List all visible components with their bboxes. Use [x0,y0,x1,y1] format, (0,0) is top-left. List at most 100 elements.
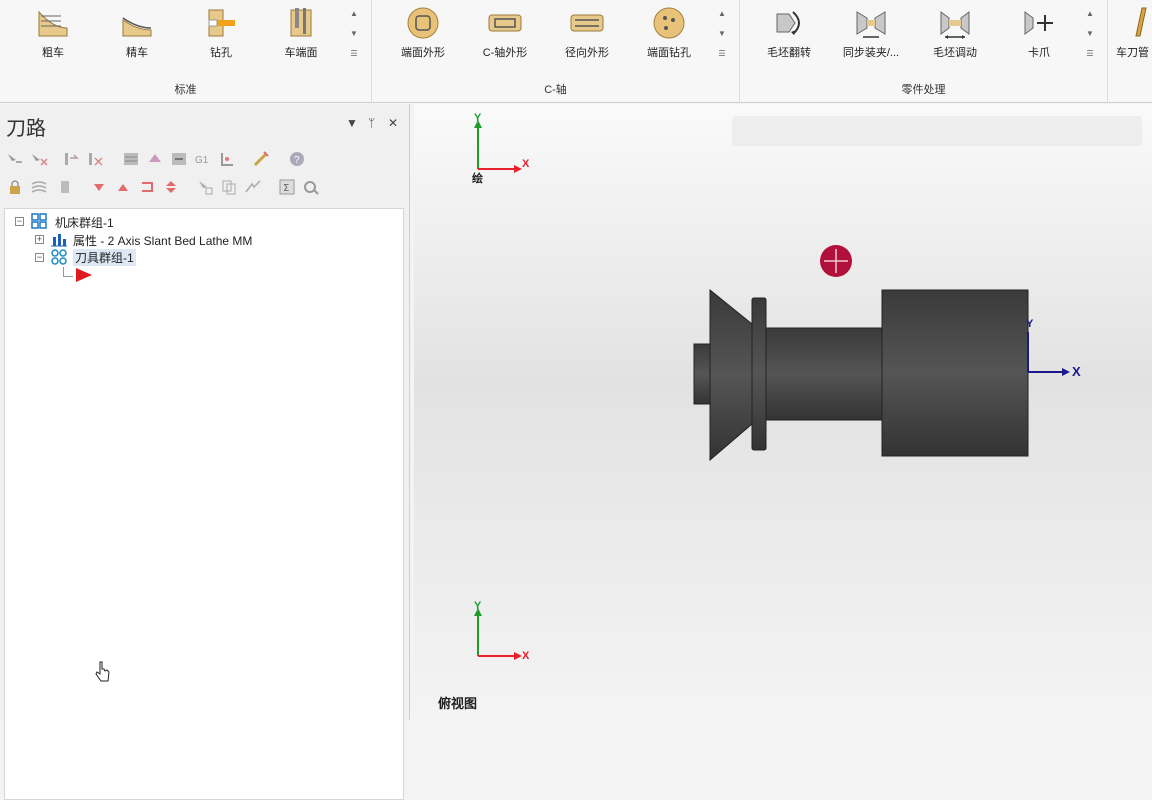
tool-manager-button[interactable]: 车刀管 [1114,4,1152,68]
top-gizmo-x-label: X [522,158,530,170]
panel-title: 刀路 [6,118,46,140]
tree-node-properties[interactable]: + 属性 - 2 Axis Slant Bed Lathe MM [35,231,375,249]
expand-properties-icon[interactable]: + [35,235,44,244]
machine-group-icon [31,213,47,229]
group-label-part-handling: 零件处理 [901,84,946,96]
scroll-up-icon[interactable]: ▲ [1084,4,1096,24]
finish-turn-label: 精车 [126,47,148,59]
panel-pin-icon[interactable]: ᛘ [368,116,375,130]
mouse-cursor-icon [94,660,112,687]
expand-gallery-icon[interactable]: ☰ [348,44,360,64]
c-axis-contour-icon [487,6,523,40]
g1-icon[interactable]: G1 [194,150,212,168]
chuck-jaw-button[interactable]: 卡爪 [1004,4,1074,68]
finish-turn-icon [119,6,155,40]
simulate-icon[interactable] [170,150,188,168]
select-all-icon[interactable] [6,150,24,168]
drill-icon [203,6,239,40]
scroll-up-icon[interactable]: ▲ [348,4,360,24]
toggle-post-icon[interactable] [56,178,74,196]
expand-gallery-icon[interactable]: ☰ [1084,44,1096,64]
stock-flip-button[interactable]: 毛坯翻转 [754,4,824,68]
tool-info-icon[interactable] [244,178,262,196]
face-contour-button[interactable]: 端面外形 [388,4,458,68]
c-axis-contour-label: C-轴外形 [482,47,528,59]
panel-toolbar-row-2: Σ [6,176,406,198]
properties-icon [51,231,67,247]
copy-icon[interactable] [220,178,238,196]
svg-text:?: ? [294,155,300,166]
rough-turn-button[interactable]: 粗车 [18,4,88,68]
ribbon-scroller-c-axis[interactable]: ▲ ▼ ☰ [716,4,728,66]
face-turn-label: 车端面 [284,47,318,59]
part-gizmo-x-label: X [1072,364,1081,379]
settings-gear-icon[interactable] [302,178,320,196]
tree-node-toolpath-group[interactable]: − 刀具群组-1 [35,249,335,267]
scroll-down-icon[interactable]: ▼ [348,24,360,44]
lock-icon[interactable] [6,178,24,196]
graphics-viewport[interactable]: Y X 绘 Y X Y X 俯视图 [414,104,1152,720]
face-drill-label: 端面钻孔 [647,47,691,59]
move-up-icon[interactable] [114,178,132,196]
view-name-label: 俯视图 [438,696,478,711]
post-icon[interactable] [218,150,236,168]
finish-turn-button[interactable]: 精车 [102,4,172,68]
toggle-display-icon[interactable] [30,178,48,196]
c-axis-contour-button[interactable]: C-轴外形 [470,4,540,68]
properties-label: 属性 - 2 Axis Slant Bed Lathe MM [73,234,253,248]
group-label-c-axis: C-轴 [544,84,567,96]
face-contour-label: 端面外形 [401,47,445,59]
expand-gallery-icon[interactable]: ☰ [716,44,728,64]
move-down-icon[interactable] [90,178,108,196]
wand-icon[interactable] [252,150,270,168]
verify-icon[interactable] [146,150,164,168]
chuck-jaw-icon [1021,6,1057,40]
rough-turn-icon [35,6,71,40]
insert-position-arrow-icon[interactable] [75,267,93,286]
viewport-quick-toolbar[interactable] [732,116,1142,146]
drill-button[interactable]: 钻孔 [186,4,256,68]
sync-chuck-icon [853,6,889,40]
tree-node-machine-group[interactable]: − 机床群组-1 [15,213,315,231]
scroll-down-icon[interactable]: ▼ [1084,24,1096,44]
collapse-machine-group-icon[interactable]: − [15,217,24,226]
svg-text:G1: G1 [195,155,209,166]
tool-manager-icon [1132,6,1152,40]
panel-close-icon[interactable]: ✕ [388,116,398,130]
ribbon-scroller-part-handling[interactable]: ▲ ▼ ☰ [1084,4,1096,66]
sigma-icon[interactable]: Σ [278,178,296,196]
bottom-gizmo-y-label: Y [474,600,482,612]
insert-arrow-icon[interactable] [138,178,156,196]
face-drill-button[interactable]: 端面钻孔 [634,4,704,68]
lathe-part-model[interactable] [690,284,1090,464]
toolpaths-panel: 刀路 ▼ ᛘ ✕ G1 ? Σ − 机床群组-1 + 属性 - 2 Axis S… [0,104,410,800]
ribbon: 粗车 精车 钻孔 车端面 ▲ ▼ ☰ 标准 端面外形 C-轴外形 径向外形 端面… [0,0,1152,103]
stock-flip-label: 毛坯翻转 [767,47,811,59]
regenerate-dirty-icon[interactable] [86,150,104,168]
ribbon-scroller-standard[interactable]: ▲ ▼ ☰ [348,4,360,66]
collapse-toolpath-group-icon[interactable]: − [35,253,44,262]
sync-chuck-button[interactable]: 同步装夹/... [836,4,906,68]
show-selected-icon[interactable] [196,178,214,196]
face-drill-icon [651,6,687,40]
world-origin-icon [820,245,852,277]
face-contour-icon [405,6,441,40]
svg-text:Σ: Σ [283,183,289,194]
radial-contour-icon [569,6,605,40]
radial-contour-button[interactable]: 径向外形 [552,4,622,68]
regenerate-icon[interactable] [62,150,80,168]
face-turn-button[interactable]: 车端面 [266,4,336,68]
panel-dropdown-icon[interactable]: ▼ [346,116,358,130]
stock-transfer-button[interactable]: 毛坯调动 [920,4,990,68]
deselect-icon[interactable] [30,150,48,168]
scroll-up-icon[interactable]: ▲ [716,4,728,24]
help-icon[interactable]: ? [288,150,306,168]
top-gizmo-plane-label: 绘 [472,173,483,185]
face-turn-icon [283,6,319,40]
scroll-down-icon[interactable]: ▼ [716,24,728,44]
backplot-icon[interactable] [122,150,140,168]
group-label-standard: 标准 [174,84,197,96]
stock-transfer-label: 毛坯调动 [933,47,977,59]
toolpath-tree[interactable]: − 机床群组-1 + 属性 - 2 Axis Slant Bed Lathe M… [4,208,404,800]
insert-position-icon[interactable] [162,178,180,196]
